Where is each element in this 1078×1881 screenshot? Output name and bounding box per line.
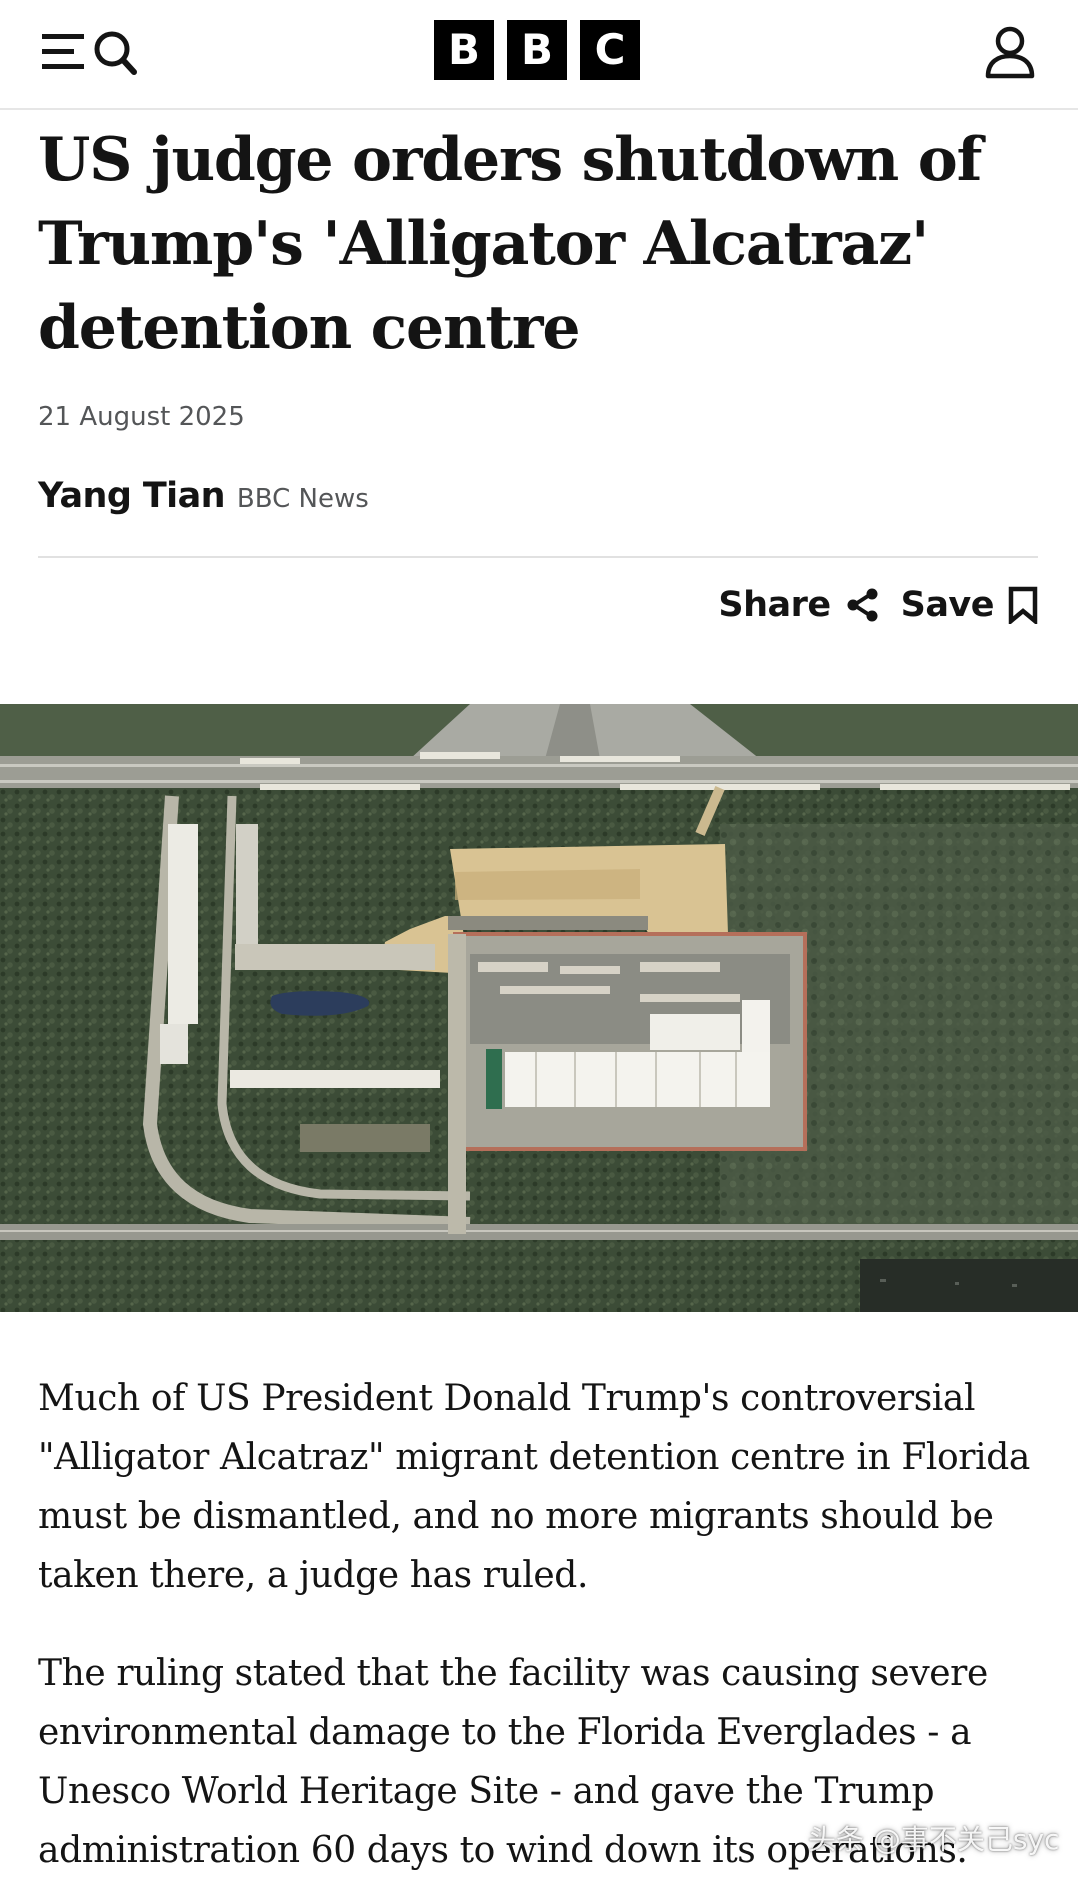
- publish-date: 21 August 2025: [38, 402, 245, 432]
- user-icon: [985, 26, 1035, 79]
- aerial-photo: [0, 704, 1078, 1312]
- article-paragraph: Much of US President Donald Trump's cont…: [38, 1378, 1030, 1596]
- logo-letter-c: C: [580, 20, 640, 80]
- share-label: Share: [718, 585, 831, 625]
- top-navigation-bar: B B C: [0, 0, 1078, 110]
- article-actions: Share Save: [718, 585, 1038, 625]
- outlet-name: BBC News: [236, 484, 369, 514]
- menu-and-search-button[interactable]: [38, 24, 142, 80]
- source-watermark: 头条 @事不关己syc: [808, 1823, 1060, 1856]
- article-headline: US judge orders shutdown of Trump's 'All…: [38, 125, 982, 363]
- logo-letter-b2: B: [507, 20, 567, 80]
- hamburger-icon: [42, 31, 137, 75]
- search-icon: [94, 31, 137, 75]
- bbc-logo[interactable]: B B C: [434, 20, 644, 80]
- save-button[interactable]: Save: [901, 585, 1038, 625]
- account-button[interactable]: [982, 24, 1038, 80]
- logo-letter-b1: B: [434, 20, 494, 80]
- save-label: Save: [900, 585, 995, 625]
- byline-divider: [38, 556, 1038, 558]
- share-icon: [847, 588, 878, 622]
- author-name: Yang Tian: [38, 476, 226, 516]
- aerial-photo-image: [0, 704, 1078, 1312]
- bookmark-icon: [1008, 586, 1038, 624]
- byline: Yang Tian BBC News: [38, 476, 369, 516]
- share-button[interactable]: Share: [718, 585, 880, 625]
